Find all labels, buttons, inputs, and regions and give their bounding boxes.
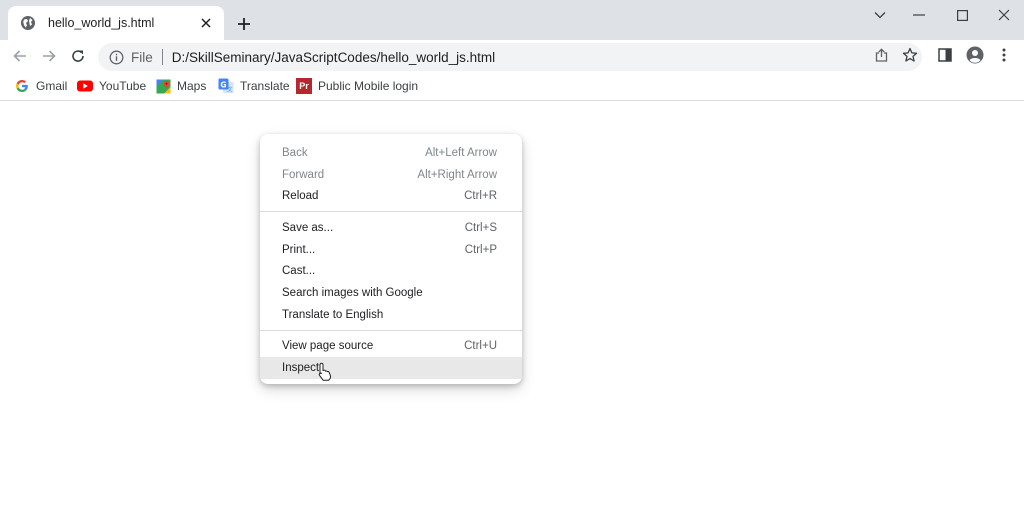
bookmark-youtube[interactable]: YouTube — [77, 77, 146, 95]
menu-item-label: Forward — [282, 168, 325, 181]
menu-item-shortcut: Alt+Left Arrow — [425, 146, 497, 159]
tab-strip: hello_world_js.html — [0, 0, 1024, 40]
mouse-pointer-icon — [318, 362, 332, 381]
menu-item-print[interactable]: Print... Ctrl+P — [260, 239, 522, 261]
svg-text:G: G — [220, 80, 226, 89]
translate-icon: G 文 — [218, 78, 234, 94]
tab-search-chevron-icon[interactable] — [865, 6, 895, 24]
bookmark-translate[interactable]: G 文 Translate — [218, 77, 290, 95]
bookmark-public-mobile[interactable]: Pr Public Mobile login — [296, 77, 418, 95]
google-icon — [14, 78, 30, 94]
menu-item-label: View page source — [282, 340, 374, 353]
maximize-button[interactable] — [947, 6, 977, 24]
menu-item-translate[interactable]: Translate to English — [260, 304, 522, 326]
bookmark-star-icon[interactable] — [901, 46, 919, 64]
bookmark-label: Maps — [177, 79, 207, 93]
bookmark-gmail[interactable]: Gmail — [14, 77, 67, 95]
menu-item-shortcut: Ctrl+P — [464, 243, 497, 256]
minimize-button[interactable] — [904, 6, 934, 24]
menu-item-label: Search images with Google — [282, 286, 423, 299]
menu-item-label: Print... — [282, 243, 316, 256]
menu-item-reload[interactable]: Reload Ctrl+R — [260, 185, 522, 207]
omnibox-separator — [161, 49, 163, 65]
bookmark-label: Translate — [240, 79, 290, 93]
menu-item-cast[interactable]: Cast... — [260, 260, 522, 282]
menu-kebab-icon[interactable] — [995, 46, 1013, 64]
context-menu: Back Alt+Left Arrow Forward Alt+Right Ar… — [260, 134, 522, 384]
bookmark-maps[interactable]: Maps — [155, 77, 206, 95]
close-window-button[interactable] — [989, 6, 1019, 24]
menu-item-shortcut: Alt+Right Arrow — [417, 168, 497, 181]
url-text[interactable]: D:/SkillSeminary/JavaScriptCodes/hello_w… — [172, 50, 922, 65]
menu-item-shortcut: Ctrl+U — [464, 340, 497, 353]
menu-item-back[interactable]: Back Alt+Left Arrow — [260, 142, 522, 164]
menu-item-view-source[interactable]: View page source Ctrl+U — [260, 336, 522, 358]
menu-item-label: Inspect — [282, 362, 320, 375]
globe-icon — [20, 15, 36, 31]
bookmark-label: Public Mobile login — [318, 79, 419, 93]
menu-item-shortcut: Ctrl+S — [464, 221, 497, 234]
pr-icon: Pr — [296, 78, 312, 94]
menu-item-save-as[interactable]: Save as... Ctrl+S — [260, 217, 522, 239]
toolbar: File D:/SkillSeminary/JavaScriptCodes/he… — [0, 40, 1024, 72]
profile-avatar-icon[interactable] — [966, 46, 984, 64]
side-panel-icon[interactable] — [936, 46, 954, 64]
bookmarks-bar: Gmail YouTube Maps G 文 Translate Pr Publ… — [0, 72, 1024, 101]
forward-button[interactable] — [39, 46, 59, 66]
menu-item-shortcut: Ctrl+R — [464, 190, 497, 203]
menu-item-inspect[interactable]: Inspect — [260, 357, 522, 379]
menu-item-label: Translate to English — [282, 308, 384, 321]
youtube-icon — [77, 78, 93, 94]
menu-separator — [260, 329, 522, 331]
bookmark-label: Gmail — [36, 79, 68, 93]
menu-item-forward[interactable]: Forward Alt+Right Arrow — [260, 164, 522, 186]
new-tab-button[interactable] — [234, 14, 254, 34]
maps-icon — [155, 78, 171, 94]
info-icon[interactable] — [108, 49, 124, 65]
back-button[interactable] — [10, 46, 30, 66]
pr-icon-text: Pr — [299, 81, 309, 91]
bookmark-label: YouTube — [99, 79, 147, 93]
share-icon[interactable] — [872, 46, 890, 64]
svg-text:文: 文 — [227, 86, 233, 94]
menu-item-search-images[interactable]: Search images with Google — [260, 282, 522, 304]
scheme-label: File — [131, 49, 153, 65]
reload-button[interactable] — [68, 46, 88, 66]
menu-separator — [260, 211, 522, 213]
tab-title: hello_world_js.html — [48, 16, 155, 30]
menu-item-label: Cast... — [282, 265, 316, 278]
close-tab-icon[interactable] — [198, 15, 214, 31]
address-bar[interactable]: File D:/SkillSeminary/JavaScriptCodes/he… — [98, 43, 922, 71]
menu-item-label: Reload — [282, 190, 319, 203]
menu-item-label: Back — [282, 146, 308, 159]
tab-active[interactable]: hello_world_js.html — [8, 6, 224, 40]
menu-item-label: Save as... — [282, 221, 334, 234]
